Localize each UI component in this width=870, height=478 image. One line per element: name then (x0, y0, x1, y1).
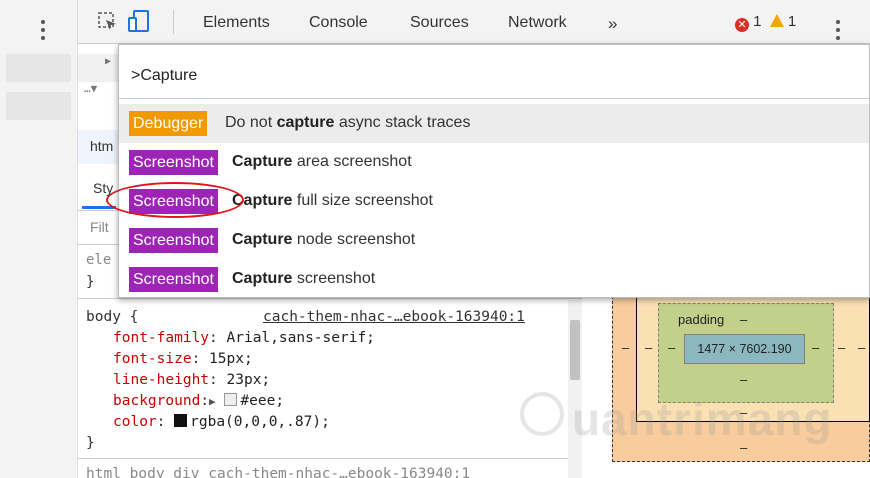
property-name[interactable]: font-size (113, 351, 192, 367)
warning-icon (769, 14, 784, 27)
label-match: capture (276, 114, 335, 131)
tab-console[interactable]: Console (309, 14, 368, 32)
padding-top-value[interactable]: – (740, 312, 747, 327)
command-label: Capture screenshot (232, 270, 375, 288)
rule-selector[interactable]: body { (86, 307, 138, 328)
divider (78, 210, 118, 211)
box-model-content[interactable]: 1477 × 7602.190 (684, 334, 805, 364)
style-declaration[interactable]: background:▶ #eee; (113, 391, 284, 412)
property-name[interactable]: font-family (113, 330, 209, 346)
color-swatch[interactable] (224, 393, 238, 406)
label-match: Capture (232, 153, 293, 170)
tab-sources[interactable]: Sources (410, 14, 469, 32)
property-value[interactable]: 15px; (209, 351, 253, 367)
element-style-label: ele (86, 252, 112, 268)
command-label: Capture area screenshot (232, 153, 412, 171)
border-left-value[interactable]: – (645, 340, 652, 355)
more-options-icon[interactable] (40, 20, 46, 42)
expand-arrow-icon[interactable]: ▶ (105, 56, 111, 67)
color-swatch[interactable] (174, 414, 188, 427)
source-link-text[interactable]: cach-them-nhac-…ebook-163940:1 (263, 309, 525, 325)
property-value[interactable]: #eee; (240, 393, 284, 409)
expand-triangle-icon[interactable]: ▶ (209, 395, 216, 408)
property-value[interactable]: 23px; (227, 372, 271, 388)
dom-tree-row (78, 54, 118, 82)
command-label: Capture node screenshot (232, 231, 415, 249)
scrollbar-thumb[interactable] (570, 320, 580, 380)
label-prefix: Do not (225, 114, 277, 131)
divider (78, 244, 118, 245)
left-panel-row (6, 92, 71, 120)
property-value[interactable]: Arial,sans-serif; (227, 330, 375, 346)
more-tabs-icon[interactable]: » (608, 14, 617, 34)
rule-close-brace: } (86, 435, 95, 451)
device-toolbar-icon[interactable] (128, 10, 150, 34)
style-declaration[interactable]: color: rgba(0,0,0,.87); (113, 412, 330, 433)
error-count: 1 (753, 13, 762, 30)
breadcrumb-html[interactable]: htm (90, 138, 113, 154)
command-item[interactable]: Screenshot Capture screenshot (119, 260, 869, 299)
label-suffix: full size screenshot (292, 192, 433, 209)
category-badge: Screenshot (129, 150, 218, 175)
margin-right-value[interactable]: – (858, 340, 865, 355)
ellipsis-icon[interactable]: …▼ (84, 82, 97, 95)
category-badge: Screenshot (129, 228, 218, 253)
property-name[interactable]: background (113, 393, 200, 409)
padding-left-value[interactable]: – (668, 340, 675, 355)
tab-network[interactable]: Network (508, 14, 567, 32)
label-suffix: node screenshot (292, 231, 416, 248)
inspect-element-icon[interactable] (98, 12, 118, 32)
command-menu: >Capture Debugger Do not capture async s… (118, 44, 870, 298)
margin-left-value[interactable]: – (622, 340, 629, 355)
devtools-toolbar: Elements Console Sources Network » ✕ 1 1 (78, 0, 870, 44)
category-badge: Debugger (129, 111, 208, 136)
label-suffix: area screenshot (292, 153, 412, 170)
issue-counters[interactable]: ✕ 1 1 (735, 13, 796, 32)
filter-input[interactable]: Filt (90, 219, 109, 235)
command-input[interactable]: >Capture (119, 45, 869, 99)
style-declaration[interactable]: font-size: 15px; (113, 349, 253, 370)
property-name[interactable]: line-height (113, 372, 209, 388)
error-icon: ✕ (735, 18, 749, 32)
left-panel-row (6, 54, 71, 82)
settings-menu-icon[interactable] (835, 20, 841, 42)
border-right-value[interactable]: – (838, 340, 845, 355)
style-declaration[interactable]: font-family: Arial,sans-serif; (113, 328, 375, 349)
command-label: Capture full size screenshot (232, 192, 433, 210)
warning-count: 1 (787, 13, 797, 30)
element-style-close: } (86, 274, 95, 290)
padding-label: padding (678, 312, 725, 327)
command-item[interactable]: Debugger Do not capture async stack trac… (119, 104, 869, 143)
label-match: Capture (232, 231, 293, 248)
label-match: Capture (232, 270, 293, 287)
highlight-annotation (106, 182, 244, 218)
label-suffix: async stack traces (334, 114, 471, 131)
toolbar-divider (173, 10, 174, 34)
left-panel (0, 0, 78, 478)
next-rule-header: html body div cach-them-nhac-…ebook-1639… (86, 466, 471, 478)
padding-right-value[interactable]: – (812, 340, 819, 355)
rule-source-link[interactable]: cach-them-nhac-…ebook-163940:1 (263, 307, 525, 328)
command-label: Do not capture async stack traces (225, 114, 470, 132)
command-item[interactable]: Screenshot Capture area screenshot (119, 143, 869, 182)
property-name[interactable]: color (113, 414, 157, 430)
watermark-logo-icon (520, 392, 564, 436)
divider (78, 458, 568, 459)
command-item[interactable]: Screenshot Capture node screenshot (119, 221, 869, 260)
watermark-text: uantrimang (572, 393, 833, 445)
padding-bottom-value[interactable]: – (740, 372, 747, 387)
category-badge: Screenshot (129, 267, 218, 292)
tab-elements[interactable]: Elements (203, 14, 270, 32)
style-declaration[interactable]: line-height: 23px; (113, 370, 270, 391)
label-suffix: screenshot (292, 270, 376, 287)
property-value[interactable]: rgba(0,0,0,.87); (190, 414, 330, 430)
